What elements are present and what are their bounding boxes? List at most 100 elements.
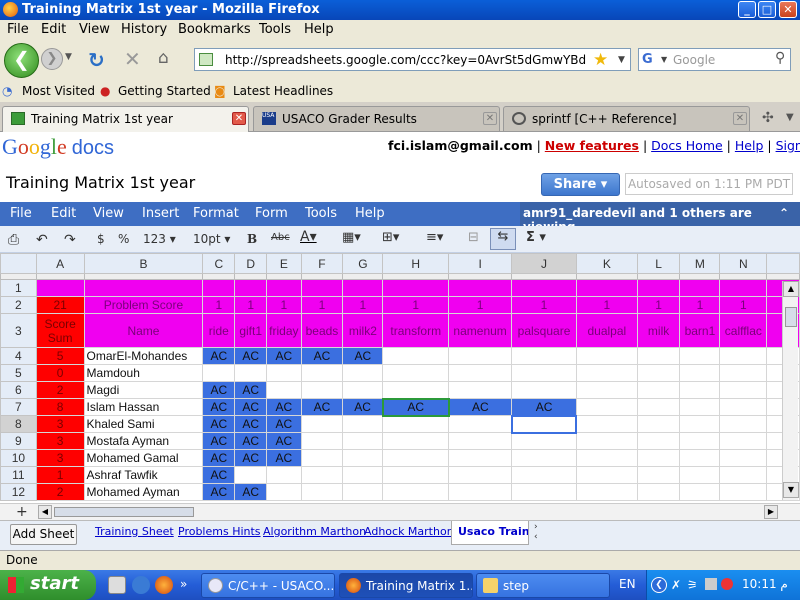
- cell[interactable]: 1: [202, 296, 236, 314]
- cell[interactable]: calfflac: [719, 313, 768, 348]
- close-tab-icon[interactable]: ✕: [483, 112, 497, 125]
- cell[interactable]: AC: [342, 347, 384, 365]
- number-format-dropdown[interactable]: 123 ▾: [143, 232, 176, 246]
- cell[interactable]: [511, 381, 577, 399]
- sign-out-link[interactable]: Sign Out: [776, 138, 800, 153]
- taskbar-item-training-matrix[interactable]: Training Matrix 1...: [339, 573, 473, 598]
- cell[interactable]: [342, 415, 384, 433]
- cell[interactable]: [679, 432, 721, 450]
- close-tab-icon[interactable]: ✕: [232, 112, 246, 125]
- cell[interactable]: Khaled Sami: [83, 415, 204, 433]
- redo-icon[interactable]: ↷: [64, 232, 76, 248]
- cell[interactable]: 1: [575, 296, 638, 314]
- cell[interactable]: [719, 415, 768, 433]
- col-header-f[interactable]: F: [300, 253, 344, 274]
- horizontal-scrollbar[interactable]: + ◀ ▶: [0, 503, 800, 520]
- bookmark-getting-started[interactable]: Getting Started: [118, 84, 211, 98]
- cell[interactable]: beads: [300, 313, 344, 348]
- cell[interactable]: AC: [381, 397, 450, 417]
- cell[interactable]: Mohamed Gamal: [83, 449, 204, 467]
- cell[interactable]: [300, 483, 344, 501]
- cell[interactable]: [382, 347, 450, 365]
- sheet-menu-tools[interactable]: Tools: [305, 206, 337, 221]
- cell[interactable]: [342, 364, 384, 382]
- cell[interactable]: [300, 279, 344, 297]
- cell[interactable]: [300, 364, 344, 382]
- cell[interactable]: [679, 347, 721, 365]
- cell[interactable]: [300, 466, 344, 484]
- menu-tools[interactable]: Tools: [259, 22, 291, 37]
- cell[interactable]: [679, 483, 721, 501]
- cell[interactable]: 3: [35, 432, 85, 450]
- share-button[interactable]: Share ▾: [541, 173, 620, 196]
- bold-button[interactable]: B: [247, 232, 257, 246]
- sheet-tab-usaco-training[interactable]: Usaco Training: [451, 521, 529, 545]
- cell[interactable]: [575, 466, 638, 484]
- collapse-icon[interactable]: ⌃: [779, 206, 789, 220]
- cell[interactable]: dualpal: [575, 313, 638, 348]
- cell[interactable]: [448, 415, 513, 433]
- cell[interactable]: AC: [448, 398, 513, 416]
- cell[interactable]: [575, 364, 638, 382]
- vertical-scrollbar[interactable]: ▲ ▼: [782, 281, 799, 500]
- clock[interactable]: 10:11 م: [742, 577, 788, 591]
- cell[interactable]: [342, 449, 384, 467]
- cell[interactable]: 1: [719, 296, 768, 314]
- cell[interactable]: [719, 466, 768, 484]
- cell[interactable]: [575, 381, 638, 399]
- cell[interactable]: AC: [342, 398, 384, 416]
- cell[interactable]: [83, 279, 204, 297]
- menu-view[interactable]: View: [79, 22, 110, 37]
- cell[interactable]: [679, 364, 721, 382]
- cell[interactable]: [448, 432, 513, 450]
- new-tab-icon[interactable]: ✣: [762, 110, 774, 126]
- cell[interactable]: [679, 381, 721, 399]
- col-header-m[interactable]: M: [679, 253, 721, 274]
- wrap-text-icon[interactable]: ⇆: [490, 228, 516, 250]
- cell[interactable]: AC: [266, 449, 302, 467]
- start-button[interactable]: start: [0, 570, 96, 600]
- forward-button[interactable]: ❯: [41, 48, 63, 70]
- stop-icon[interactable]: ✕: [124, 47, 141, 71]
- col-header-i[interactable]: I: [448, 253, 513, 274]
- back-button[interactable]: ❮: [4, 43, 39, 78]
- cell[interactable]: [382, 415, 450, 433]
- row-header[interactable]: 7: [0, 398, 37, 416]
- sheet-menu-insert[interactable]: Insert: [142, 206, 179, 221]
- cell[interactable]: [575, 398, 638, 416]
- quicklaunch-expand-icon[interactable]: »: [180, 577, 187, 591]
- google-docs-logo[interactable]: Google docs: [2, 134, 114, 160]
- font-size-dropdown[interactable]: 10pt ▾: [193, 232, 230, 246]
- cell[interactable]: palsquare: [511, 313, 577, 348]
- cell[interactable]: 2: [35, 483, 85, 501]
- row-header[interactable]: 5: [0, 364, 37, 382]
- google-engine-icon[interactable]: G: [642, 52, 660, 68]
- align-icon[interactable]: ≡▾: [426, 230, 443, 245]
- merge-cells-icon[interactable]: ⊟: [468, 230, 479, 245]
- cell[interactable]: AC: [234, 381, 268, 399]
- home-icon[interactable]: ⌂: [158, 48, 169, 68]
- cell[interactable]: [719, 279, 768, 297]
- cell[interactable]: [266, 483, 302, 501]
- row-header[interactable]: 6: [0, 381, 37, 399]
- cell-table[interactable]: A B C D E F G H I J K L M N 1 2 21 Problem …: [0, 253, 800, 501]
- cell[interactable]: 1: [382, 296, 450, 314]
- cell[interactable]: [266, 381, 302, 399]
- cell[interactable]: Islam Hassan: [83, 398, 204, 416]
- col-header-b[interactable]: B: [83, 253, 204, 274]
- cell[interactable]: [300, 449, 344, 467]
- cell[interactable]: [382, 279, 450, 297]
- help-link[interactable]: Help: [735, 138, 764, 153]
- cell[interactable]: 1: [679, 296, 721, 314]
- scroll-down-icon[interactable]: ▼: [783, 482, 799, 498]
- url-dropdown-icon[interactable]: ▼: [618, 55, 625, 65]
- cell[interactable]: [510, 414, 578, 434]
- cell[interactable]: 1: [448, 296, 513, 314]
- cell[interactable]: [575, 415, 638, 433]
- sheet-menu-format[interactable]: Format: [193, 206, 239, 221]
- cell[interactable]: AC: [266, 432, 302, 450]
- cell[interactable]: 1: [511, 296, 577, 314]
- maximize-button[interactable]: □: [758, 1, 776, 18]
- cell[interactable]: [382, 483, 450, 501]
- menu-edit[interactable]: Edit: [41, 22, 66, 37]
